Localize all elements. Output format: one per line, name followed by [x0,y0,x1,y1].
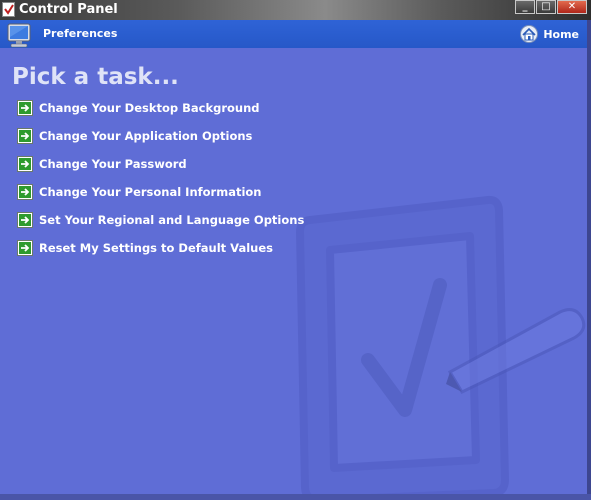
task-label: Set Your Regional and Language Options [39,213,305,227]
task-label: Change Your Desktop Background [39,101,260,115]
window-title: Control Panel [19,2,118,17]
task-label: Reset My Settings to Default Values [39,241,273,255]
task-change-desktop-background[interactable]: Change Your Desktop Background [17,99,260,117]
control-panel-app-icon [2,2,15,17]
green-arrow-icon [17,128,33,144]
task-label: Change Your Personal Information [39,185,262,199]
category-title: Preferences [43,27,118,40]
page-title: Pick a task... [12,64,179,90]
monitor-icon [7,23,31,48]
minimize-button[interactable]: _ [515,0,535,14]
task-label: Change Your Application Options [39,129,253,143]
maximize-button[interactable]: □ [536,0,556,14]
home-button[interactable]: Home [519,25,579,43]
task-change-application-options[interactable]: Change Your Application Options [17,127,252,145]
category-header-bar: Preferences Home [0,20,591,48]
task-change-personal-information[interactable]: Change Your Personal Information [17,183,262,201]
control-panel-window: Control Panel _ □ ✕ Preferences Home Pic… [0,0,591,500]
green-arrow-icon [17,240,33,256]
window-controls: _ □ ✕ [514,0,587,15]
green-arrow-icon [17,100,33,116]
home-label: Home [543,27,579,41]
home-icon [520,25,539,43]
green-arrow-icon [17,212,33,228]
window-right-border [587,20,591,500]
task-reset-settings-defaults[interactable]: Reset My Settings to Default Values [17,239,273,257]
window-bottom-border [0,494,591,500]
title-bar[interactable]: Control Panel _ □ ✕ [0,0,591,20]
task-label: Change Your Password [39,157,187,171]
close-button[interactable]: ✕ [557,0,587,14]
green-arrow-icon [17,184,33,200]
task-set-regional-language-options[interactable]: Set Your Regional and Language Options [17,211,304,229]
task-change-password[interactable]: Change Your Password [17,155,187,173]
green-arrow-icon [17,156,33,172]
